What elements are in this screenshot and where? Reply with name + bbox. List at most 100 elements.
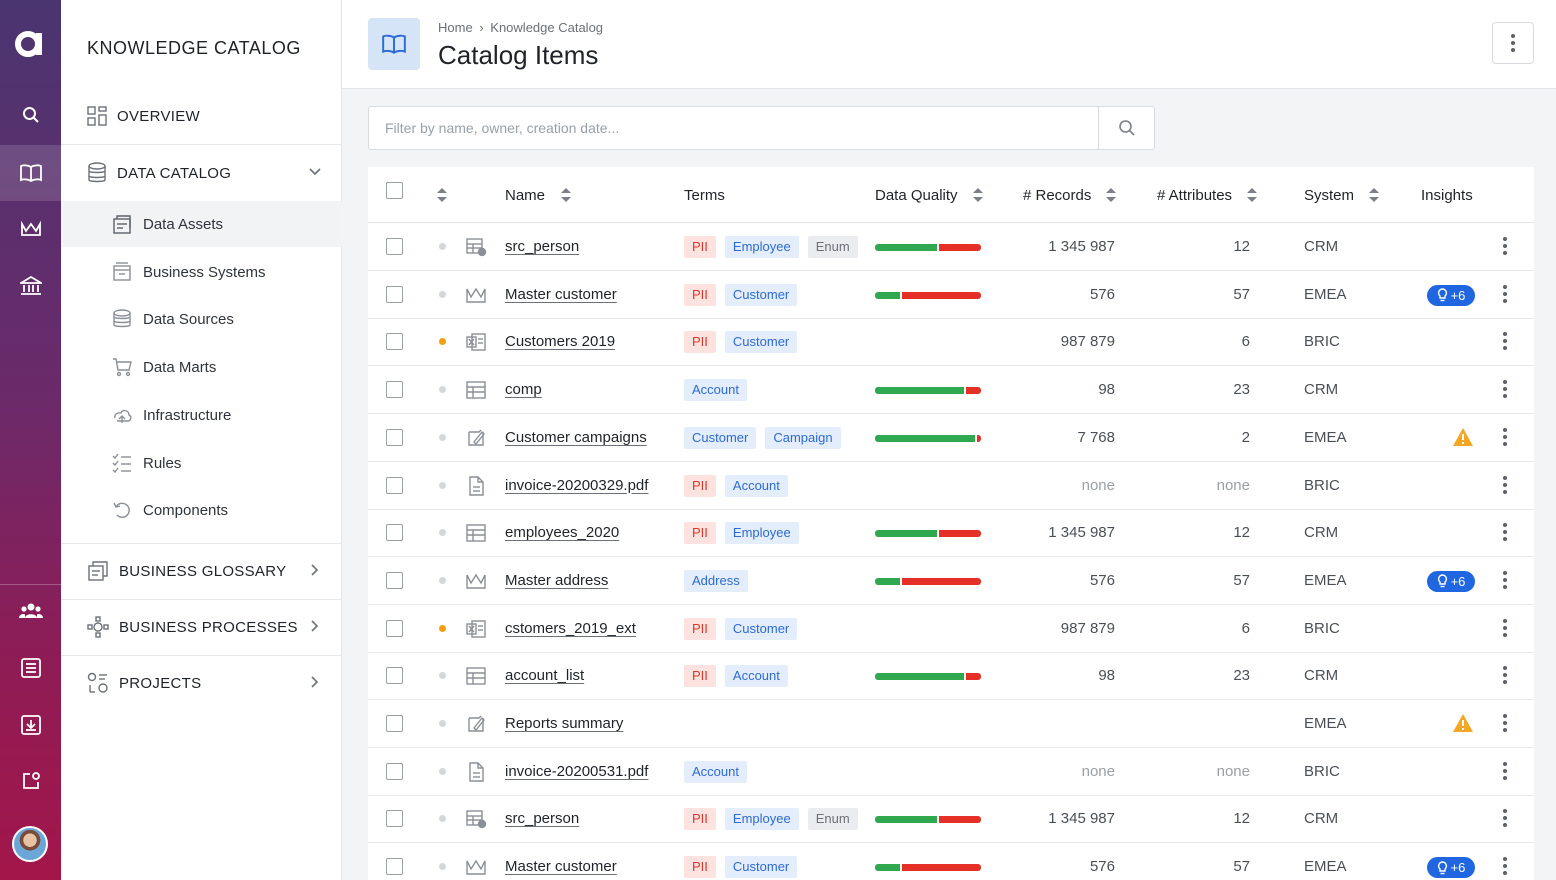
column-name[interactable]: Name xyxy=(505,167,572,223)
insights-badge[interactable]: +6 xyxy=(1427,570,1475,592)
item-name-link[interactable]: Master customer xyxy=(505,271,617,319)
term-tag[interactable]: Enum xyxy=(807,808,858,831)
search-icon[interactable] xyxy=(0,87,61,143)
sort-icon[interactable] xyxy=(972,188,983,202)
term-tag[interactable]: PII xyxy=(684,522,716,545)
row-menu-button[interactable] xyxy=(1501,618,1509,639)
row-menu-button[interactable] xyxy=(1501,809,1509,829)
nav-data-catalog[interactable]: DATA CATALOG xyxy=(61,145,342,201)
row-checkbox[interactable] xyxy=(386,762,403,780)
table-row[interactable]: Master customer PII Customer 576 57 EMEA +6 xyxy=(368,271,1534,319)
list-icon[interactable] xyxy=(0,640,61,696)
row-menu-button[interactable] xyxy=(1501,570,1509,591)
table-row[interactable]: employees_2020 PII Employee 1 345 987 12 CRM xyxy=(368,509,1534,558)
term-tag[interactable]: PII xyxy=(684,856,716,879)
term-tag[interactable]: Employee xyxy=(724,808,799,831)
nav-sub-data-marts[interactable]: Data Marts xyxy=(61,344,342,390)
table-row[interactable]: invoice-20200329.pdf PII Account none none BR… xyxy=(368,462,1534,510)
table-row[interactable]: Customer campaigns Customer Campaign 7 768 2… xyxy=(368,414,1534,462)
table-row[interactable]: Master customer PII Customer 576 57 EMEA +6 xyxy=(368,843,1534,880)
term-tag[interactable]: PII xyxy=(684,808,716,831)
nav-sub-components[interactable]: Components xyxy=(61,487,342,533)
nav-projects[interactable]: PROJECTS xyxy=(61,655,342,711)
term-tag[interactable]: PII xyxy=(684,617,716,640)
term-tag[interactable]: Address xyxy=(684,569,748,592)
external-icon[interactable] xyxy=(0,753,61,809)
import-icon[interactable] xyxy=(0,697,61,753)
table-row[interactable]: src_person PII Employee Enum 1 345 987 12 CRM xyxy=(368,223,1534,271)
row-checkbox[interactable] xyxy=(386,428,403,446)
term-tag[interactable]: Account xyxy=(684,760,747,783)
item-name-link[interactable]: src_person xyxy=(505,223,579,271)
term-tag[interactable]: Account xyxy=(724,474,788,497)
term-tag[interactable]: Customer xyxy=(724,617,798,640)
table-row[interactable]: src_person PII Employee Enum 1 345 987 12 CRM xyxy=(368,795,1534,844)
row-checkbox[interactable] xyxy=(386,524,403,542)
nav-sub-infrastructure[interactable]: Infrastructure xyxy=(61,392,342,438)
row-checkbox[interactable] xyxy=(386,285,403,303)
bank-icon[interactable] xyxy=(0,258,61,314)
row-checkbox[interactable] xyxy=(386,715,403,732)
term-tag[interactable]: PII xyxy=(684,665,716,688)
table-row[interactable]: comp Account 98 23 CRM xyxy=(368,366,1534,415)
row-menu-button[interactable] xyxy=(1501,332,1509,352)
table-row[interactable]: Master address Address 576 57 EMEA +6 xyxy=(368,557,1534,605)
nav-sub-rules[interactable]: Rules xyxy=(61,440,342,486)
breadcrumb-current[interactable]: Knowledge Catalog xyxy=(490,20,603,35)
team-icon[interactable] xyxy=(0,583,61,639)
row-menu-button[interactable] xyxy=(1501,761,1509,782)
more-actions-button[interactable] xyxy=(1492,22,1534,64)
row-menu-button[interactable] xyxy=(1501,427,1509,448)
term-tag[interactable]: PII xyxy=(684,331,716,354)
row-checkbox[interactable] xyxy=(386,238,403,255)
row-checkbox[interactable] xyxy=(386,571,403,589)
row-menu-button[interactable] xyxy=(1501,714,1509,734)
row-checkbox[interactable] xyxy=(386,858,403,876)
sort-icon[interactable] xyxy=(1247,188,1258,202)
table-row[interactable]: cstomers_2019_ext PII Customer 987 879 6 BRIC xyxy=(368,605,1534,653)
item-name-link[interactable]: Customer campaigns xyxy=(505,414,647,462)
item-name-link[interactable]: cstomers_2019_ext xyxy=(505,605,636,653)
row-checkbox[interactable] xyxy=(386,667,403,685)
table-row[interactable]: account_list PII Account 98 23 CRM xyxy=(368,652,1534,701)
column-data-quality[interactable]: Data Quality xyxy=(875,167,983,223)
item-name-link[interactable]: employees_2020 xyxy=(505,509,619,557)
item-name-link[interactable]: Master customer xyxy=(505,843,617,880)
term-tag[interactable]: Employee xyxy=(724,522,799,545)
sort-icon[interactable] xyxy=(561,188,572,202)
item-name-link[interactable]: invoice-20200329.pdf xyxy=(505,462,648,510)
insights-badge[interactable]: +6 xyxy=(1427,284,1475,306)
term-tag[interactable]: Customer xyxy=(724,331,798,354)
column-system[interactable]: System xyxy=(1304,167,1380,223)
breadcrumb-home[interactable]: Home xyxy=(438,20,473,35)
chevron-right-icon[interactable] xyxy=(308,675,322,689)
table-row[interactable]: Reports summary EMEA xyxy=(368,700,1534,748)
row-menu-button[interactable] xyxy=(1501,523,1509,543)
table-row[interactable]: Customers 2019 PII Customer 987 879 6 BRIC xyxy=(368,318,1534,367)
search-input[interactable] xyxy=(369,107,1099,149)
table-row[interactable]: invoice-20200531.pdf Account none none BRIC xyxy=(368,748,1534,796)
row-menu-button[interactable] xyxy=(1501,284,1509,305)
select-all-checkbox[interactable] xyxy=(386,182,403,199)
item-name-link[interactable]: comp xyxy=(505,366,542,414)
column-records[interactable]: # Records xyxy=(1023,167,1117,223)
chevron-right-icon[interactable] xyxy=(308,563,322,577)
crown-icon[interactable] xyxy=(0,201,61,257)
term-tag[interactable]: Employee xyxy=(724,236,799,258)
term-tag[interactable]: Customer xyxy=(724,283,798,306)
item-name-link[interactable]: Customers 2019 xyxy=(505,318,615,366)
nav-overview[interactable]: OVERVIEW xyxy=(61,88,342,144)
nav-sub-business-systems[interactable]: Business Systems xyxy=(61,249,342,295)
row-menu-button[interactable] xyxy=(1501,857,1509,877)
row-checkbox[interactable] xyxy=(386,476,403,494)
term-tag[interactable]: PII xyxy=(684,283,716,306)
row-checkbox[interactable] xyxy=(386,381,403,399)
nav-business-processes[interactable]: BUSINESS PROCESSES xyxy=(61,599,342,655)
book-icon[interactable] xyxy=(0,145,61,201)
nav-sub-data-assets[interactable]: Data Assets xyxy=(61,201,342,247)
search-button[interactable] xyxy=(1098,107,1154,149)
chevron-down-icon[interactable] xyxy=(308,165,322,179)
sort-status-button[interactable] xyxy=(437,167,447,223)
chevron-right-icon[interactable] xyxy=(308,619,322,633)
item-name-link[interactable]: Reports summary xyxy=(505,700,623,748)
